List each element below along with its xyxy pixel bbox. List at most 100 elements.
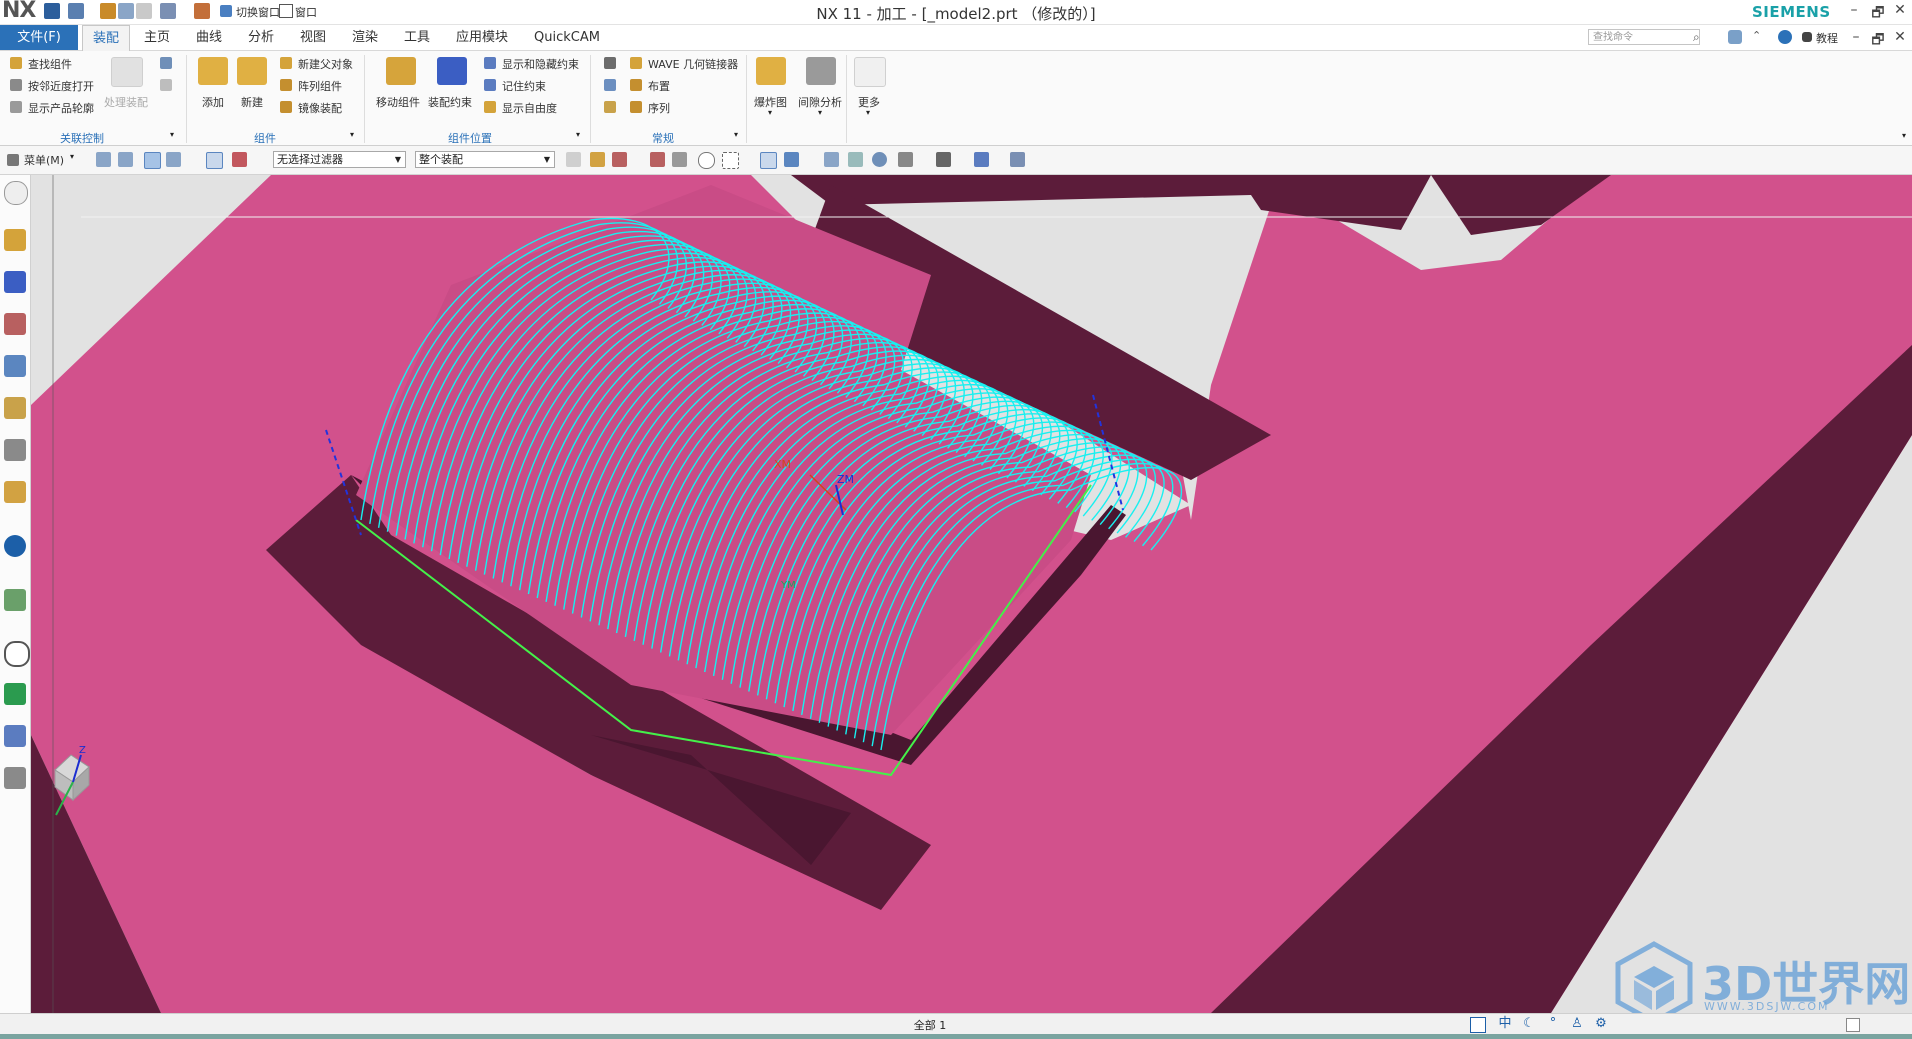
chevron-down-icon[interactable]: ▾ bbox=[734, 130, 738, 139]
open-by-proximity-button[interactable]: 按邻近度打开 bbox=[28, 78, 94, 94]
snap-4-icon[interactable] bbox=[650, 152, 665, 167]
close-button[interactable]: ✕ bbox=[1890, 2, 1910, 18]
chevron-down-icon[interactable]: ▾ bbox=[350, 130, 354, 139]
shaded-icon[interactable] bbox=[760, 152, 777, 169]
snap-3-icon[interactable] bbox=[612, 152, 627, 167]
chevron-down-icon[interactable]: ▾ bbox=[768, 108, 772, 117]
doc-close-button[interactable]: ✕ bbox=[1890, 29, 1910, 45]
select-tool-2-icon[interactable] bbox=[118, 152, 133, 167]
help-icon[interactable] bbox=[1778, 30, 1792, 44]
info-icon[interactable] bbox=[4, 535, 26, 557]
pattern-component-button[interactable]: 阵列组件 bbox=[298, 78, 342, 94]
tutorial-link[interactable]: 教程 bbox=[1816, 30, 1838, 46]
chevron-down-icon[interactable]: ▾ bbox=[576, 130, 580, 139]
window-layout-icon[interactable] bbox=[1728, 30, 1742, 44]
arrangement-button[interactable]: 布置 bbox=[648, 78, 670, 94]
show-dof-button[interactable]: 显示自由度 bbox=[502, 100, 557, 116]
box-select-icon[interactable] bbox=[722, 152, 739, 169]
chevron-down-icon[interactable]: ▾ bbox=[818, 108, 822, 117]
ribbon-body: 查找组件 按邻近度打开 显示产品轮廓 处理装配 关联控制 ▾ 添加 新建 新建父… bbox=[0, 51, 1912, 146]
mirror-assembly-button[interactable]: 镜像装配 bbox=[298, 100, 342, 116]
system-materials-icon[interactable] bbox=[4, 725, 26, 747]
clock-icon[interactable] bbox=[4, 641, 30, 667]
snap-2-icon[interactable] bbox=[590, 152, 605, 167]
doc-minimize-button[interactable]: – bbox=[1846, 29, 1866, 45]
chevron-down-icon[interactable]: ▾ bbox=[170, 130, 174, 139]
shaded-2-icon[interactable] bbox=[784, 152, 799, 167]
tab-analysis[interactable]: 分析 bbox=[238, 25, 284, 50]
graphics-window[interactable]: XM ZM YM Z bbox=[31, 175, 1912, 1013]
process-studio-icon[interactable] bbox=[4, 767, 26, 789]
assembly-navigator-icon[interactable] bbox=[4, 229, 26, 251]
remember-constraints-button[interactable]: 记住约束 bbox=[502, 78, 546, 94]
person-icon[interactable]: ♙ bbox=[1569, 1016, 1585, 1032]
dots-icon[interactable]: ° bbox=[1545, 1016, 1561, 1032]
type-filter-select[interactable]: 无选择过滤器 ▼ bbox=[273, 151, 406, 168]
tab-curve[interactable]: 曲线 bbox=[186, 25, 232, 50]
minimize-button[interactable]: – bbox=[1844, 2, 1864, 18]
new-component-button[interactable]: 新建 bbox=[241, 94, 263, 110]
hd3d-icon[interactable] bbox=[4, 397, 26, 419]
tab-file[interactable]: 文件(F) bbox=[0, 25, 78, 50]
ime-mode[interactable]: 中 bbox=[1497, 1016, 1513, 1032]
siemens-logo: SIEMENS bbox=[1752, 3, 1831, 21]
assembly-constraint-button[interactable]: 装配约束 bbox=[428, 94, 472, 110]
status-toggle-icon[interactable] bbox=[1846, 1018, 1860, 1032]
web-browser-icon[interactable] bbox=[4, 439, 26, 461]
tab-assembly[interactable]: 装配 bbox=[82, 25, 131, 51]
view-orient-icon[interactable] bbox=[898, 152, 913, 167]
zoom-icon[interactable] bbox=[848, 152, 863, 167]
snap-icon[interactable] bbox=[566, 152, 581, 167]
constraint-navigator-icon[interactable] bbox=[4, 271, 26, 293]
chevron-down-icon[interactable]: ▾ bbox=[866, 108, 870, 117]
menu-button[interactable]: 菜单(M) bbox=[24, 152, 64, 168]
search-icon[interactable]: ⌕ bbox=[1693, 30, 1700, 45]
gear-icon[interactable]: ⚙ bbox=[1593, 1016, 1609, 1032]
select-tool-4-icon[interactable] bbox=[166, 152, 181, 167]
chevron-up-icon[interactable]: ⌃ bbox=[1752, 29, 1761, 42]
sequence-button[interactable]: 序列 bbox=[648, 100, 670, 116]
chevron-down-icon[interactable]: ▾ bbox=[70, 152, 74, 161]
restore-button[interactable]: 🗗 bbox=[1868, 2, 1888, 26]
settings-icon[interactable] bbox=[4, 181, 28, 205]
find-component-button[interactable]: 查找组件 bbox=[28, 56, 72, 72]
filter-tool-icon[interactable] bbox=[206, 152, 223, 169]
fit-view-icon[interactable] bbox=[824, 152, 839, 167]
tutorial-icon bbox=[1802, 32, 1812, 42]
tab-view[interactable]: 视图 bbox=[290, 25, 336, 50]
move-component-button[interactable]: 移动组件 bbox=[376, 94, 420, 110]
tab-render[interactable]: 渲染 bbox=[342, 25, 388, 50]
snap-point-icon[interactable] bbox=[698, 152, 715, 169]
command-search-input[interactable]: 查找命令 bbox=[1588, 29, 1700, 45]
ribbon-options-icon[interactable]: ▾ bbox=[1902, 131, 1906, 140]
tab-quickcam[interactable]: QuickCAM bbox=[524, 25, 610, 50]
part-navigator-icon[interactable] bbox=[4, 313, 26, 335]
render-style-icon[interactable] bbox=[936, 152, 951, 167]
show-product-outline-button[interactable]: 显示产品轮廓 bbox=[28, 100, 94, 116]
wave-linker-button[interactable]: WAVE 几何链接器 bbox=[648, 56, 738, 72]
reuse-library-icon[interactable] bbox=[4, 355, 26, 377]
scope-select[interactable]: 整个装配 ▼ bbox=[415, 151, 555, 168]
checkbox-icon[interactable] bbox=[1470, 1017, 1486, 1033]
section-icon[interactable] bbox=[1010, 152, 1025, 167]
snap-5-icon[interactable] bbox=[672, 152, 687, 167]
select-tool-3-icon[interactable] bbox=[144, 152, 161, 169]
add-component-button[interactable]: 添加 bbox=[202, 94, 224, 110]
roles-icon[interactable] bbox=[4, 683, 26, 705]
tab-tools[interactable]: 工具 bbox=[394, 25, 440, 50]
filter-tool-2-icon[interactable] bbox=[232, 152, 247, 167]
tab-home[interactable]: 主页 bbox=[134, 25, 180, 50]
process-assembly-button[interactable]: 处理装配 bbox=[104, 94, 148, 110]
history-icon[interactable] bbox=[4, 481, 26, 503]
doc-restore-button[interactable]: 🗗 bbox=[1868, 29, 1888, 53]
show-hide-constraints-button[interactable]: 显示和隐藏约束 bbox=[502, 56, 579, 72]
assoc-option-icon[interactable] bbox=[160, 57, 172, 69]
select-tool-icon[interactable] bbox=[96, 152, 111, 167]
tab-application[interactable]: 应用模块 bbox=[446, 25, 518, 50]
rotate-icon[interactable] bbox=[872, 152, 887, 167]
moon-icon[interactable]: ☾ bbox=[1521, 1016, 1537, 1032]
palette-icon[interactable] bbox=[4, 589, 26, 611]
assoc-option-2-icon[interactable] bbox=[160, 79, 172, 91]
new-parent-button[interactable]: 新建父对象 bbox=[298, 56, 353, 72]
layer-icon[interactable] bbox=[974, 152, 989, 167]
